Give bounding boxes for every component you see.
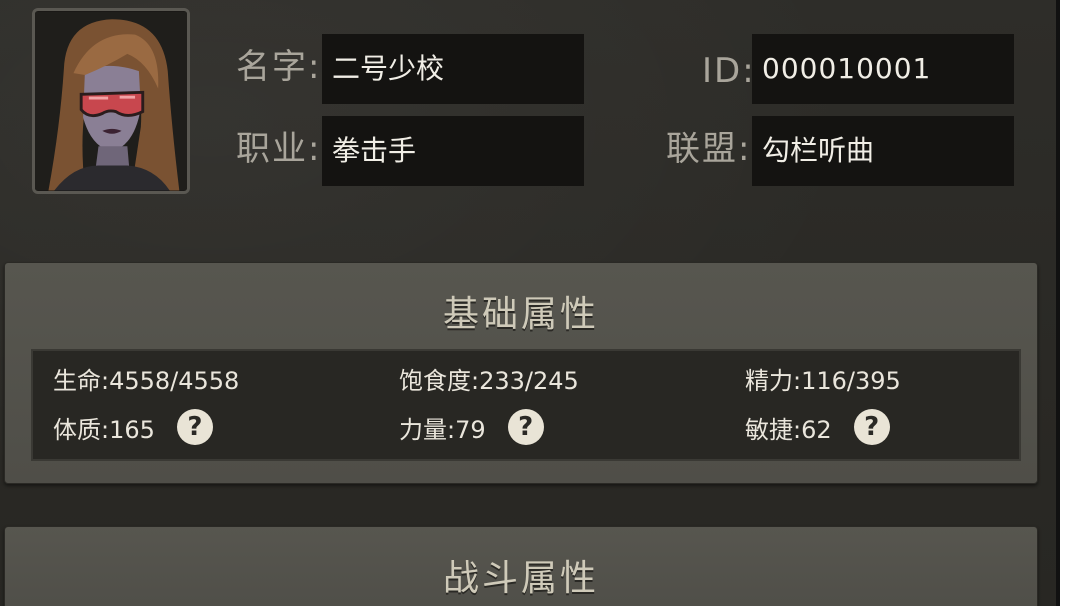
energy-stat: 精力:116/395 (745, 367, 901, 395)
panel-edge (1056, 0, 1060, 606)
id-label: ID: (702, 51, 756, 91)
job-label: 职业: (236, 129, 322, 169)
alliance-value: 勾栏听曲 (752, 116, 1014, 186)
basic-attributes-grid: 生命:4558/4558 饱食度:233/245 精力:116/395 体质:1… (31, 349, 1021, 461)
strength-help-icon[interactable]: ? (507, 409, 544, 445)
character-avatar[interactable] (32, 8, 190, 194)
avatar-portrait (35, 11, 187, 191)
agility-stat: 敏捷:62 (745, 415, 832, 444)
agility-row: 敏捷:62 ? (745, 409, 890, 445)
constitution-row: 体质:165 ? (53, 409, 213, 445)
character-info-panel: 名字: 二号少校 ID: 000010001 职业: 拳击手 联盟: 勾栏听曲 … (0, 0, 1056, 606)
basic-attributes-title: 基础属性 (442, 294, 599, 335)
name-label: 名字: (236, 47, 322, 87)
combat-attributes-section: 战斗属性 (4, 526, 1038, 606)
life-stat: 生命:4558/4558 (53, 367, 240, 395)
constitution-help-icon[interactable]: ? (176, 409, 213, 445)
satiety-stat: 饱食度:233/245 (399, 367, 579, 395)
id-value: 000010001 (752, 34, 1014, 104)
name-value: 二号少校 (322, 34, 584, 104)
strength-row: 力量:79 ? (399, 409, 544, 445)
alliance-label: 联盟: (666, 129, 752, 169)
basic-attributes-section: 基础属性 生命:4558/4558 饱食度:233/245 精力:116/395… (4, 262, 1038, 484)
constitution-stat: 体质:165 (53, 415, 155, 444)
job-value: 拳击手 (322, 116, 584, 186)
combat-attributes-title: 战斗属性 (442, 558, 599, 599)
strength-stat: 力量:79 (399, 415, 486, 444)
agility-help-icon[interactable]: ? (853, 409, 890, 445)
